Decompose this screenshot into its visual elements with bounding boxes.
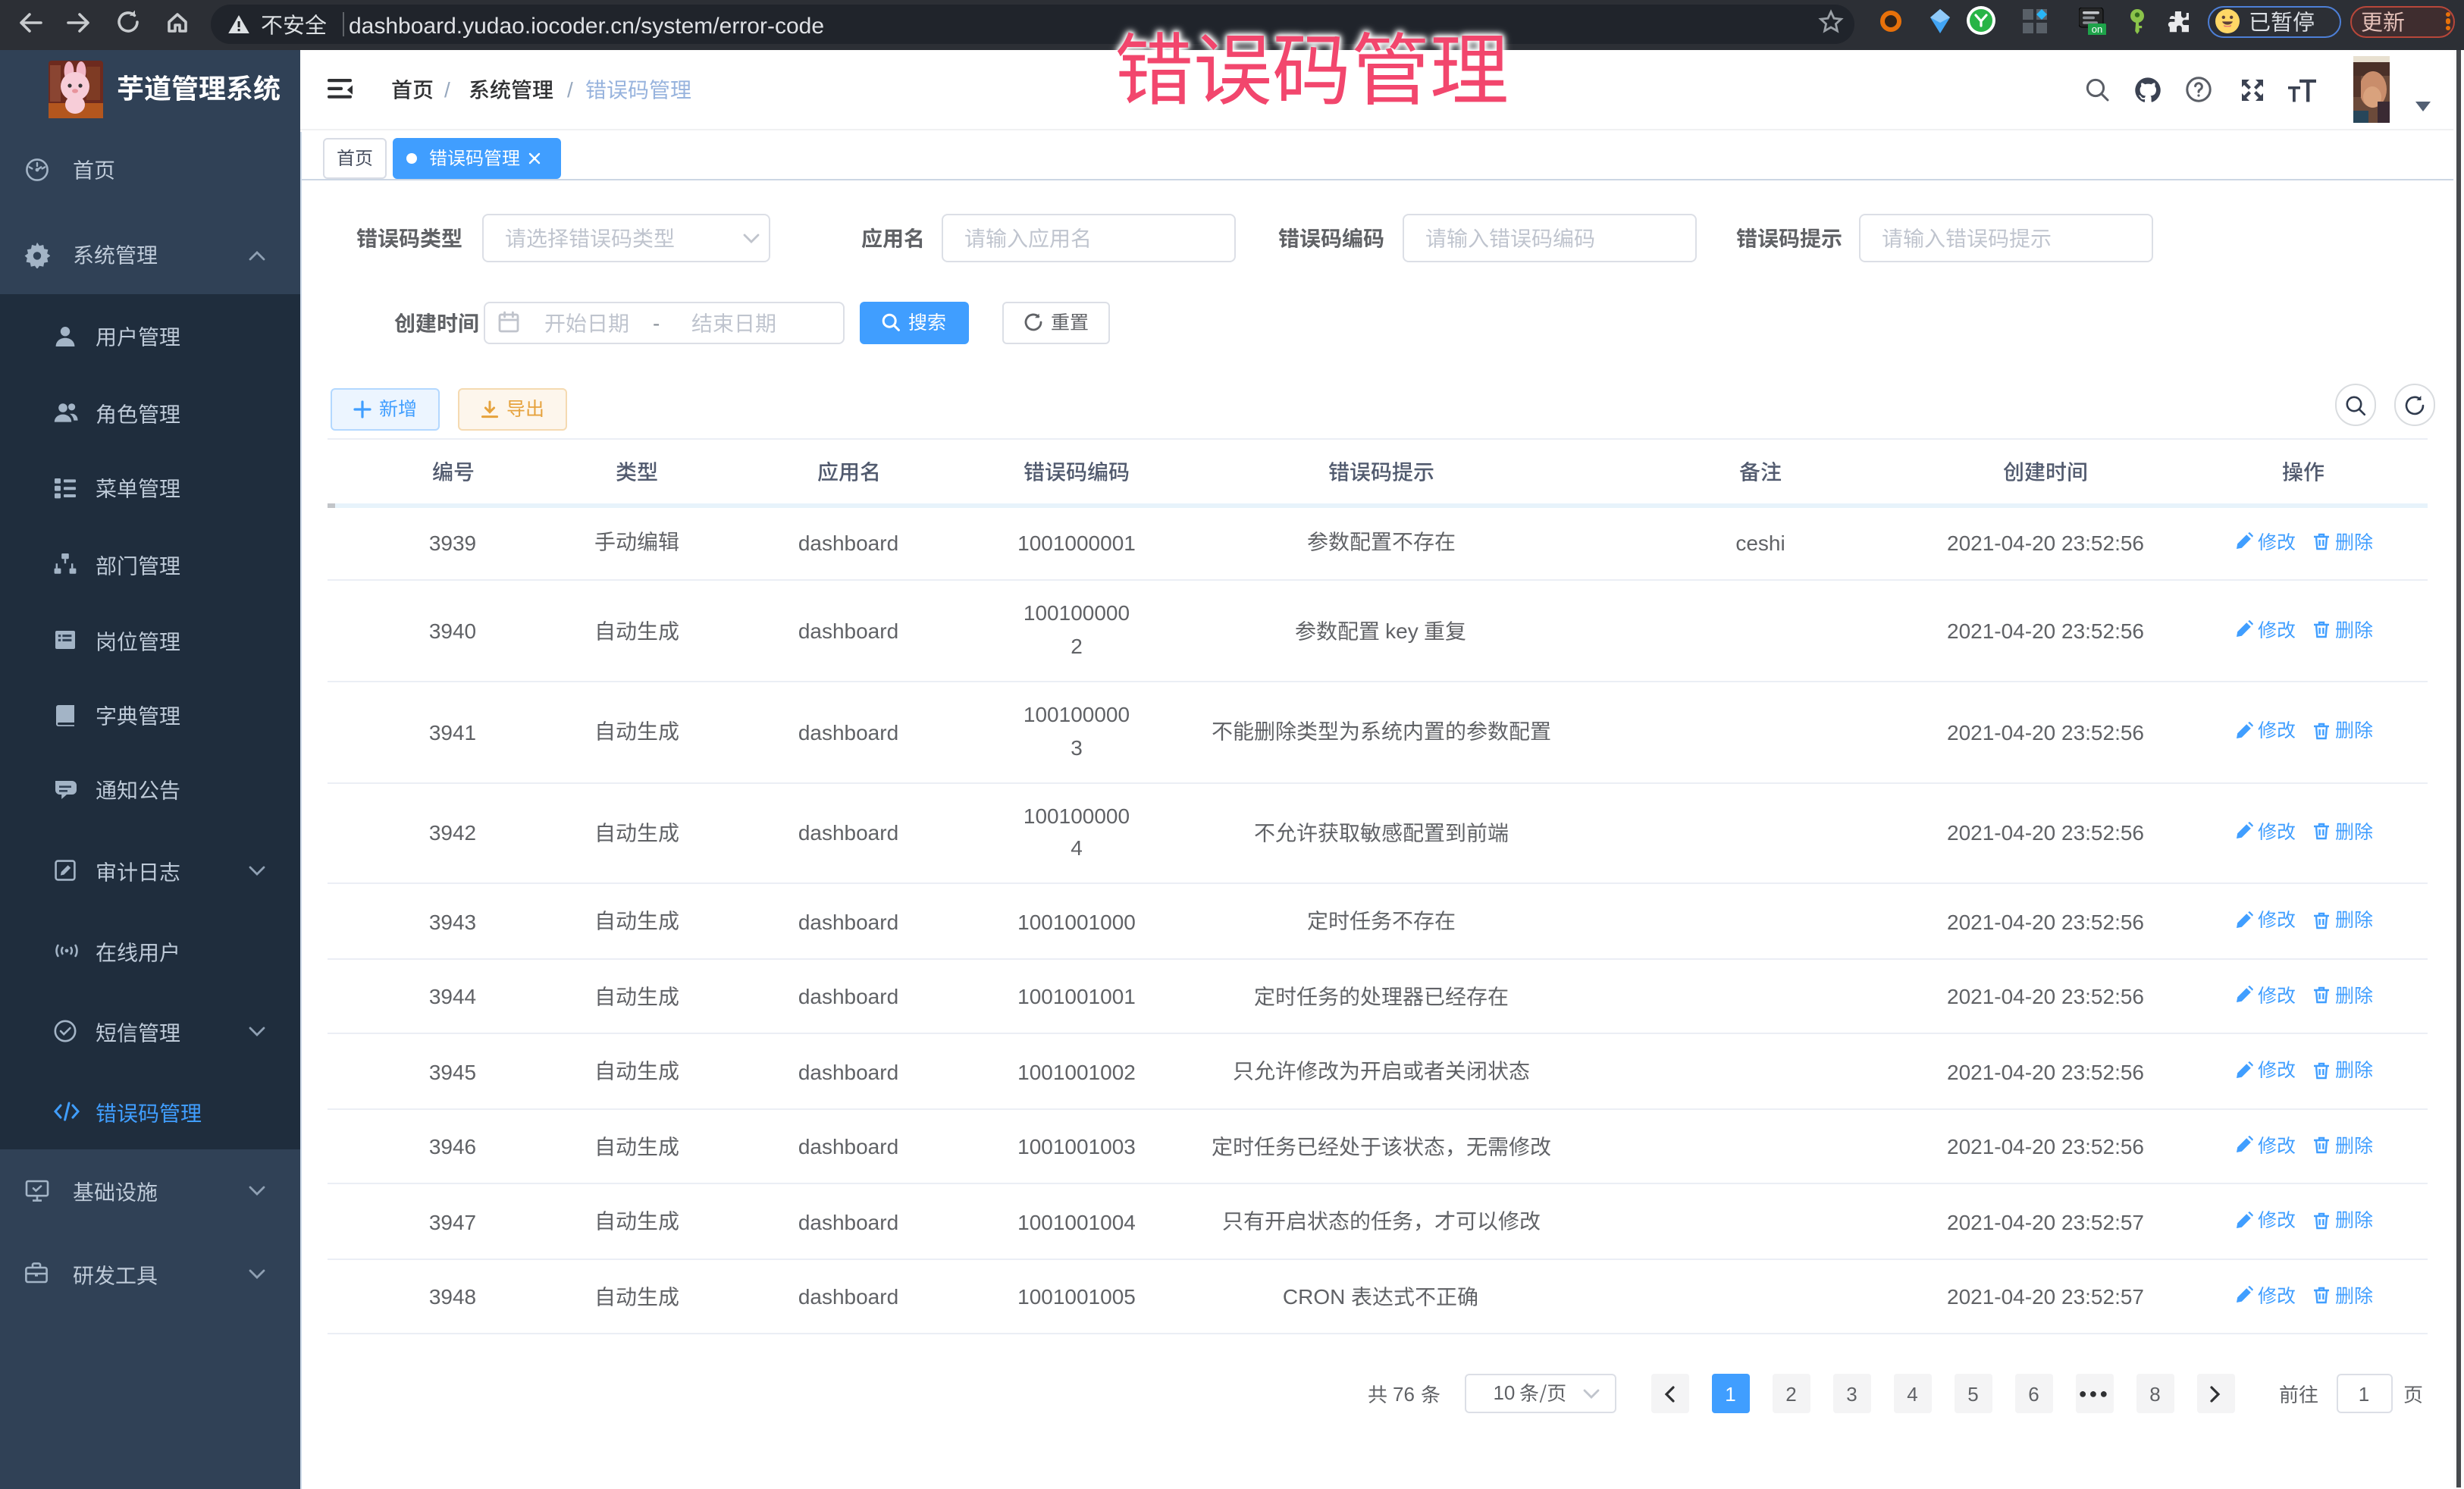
svg-text:on: on (2092, 24, 2102, 35)
